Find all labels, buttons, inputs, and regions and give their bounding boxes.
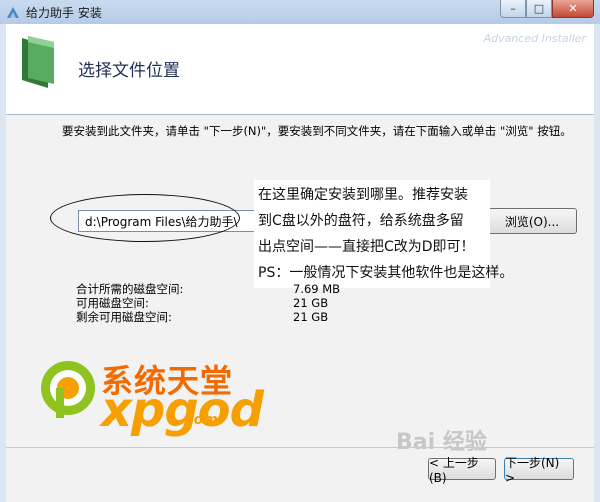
space-value: 21 GB <box>293 310 329 324</box>
logo-text-en: xpgod <box>101 382 264 438</box>
browse-button[interactable]: 浏览(O)... <box>487 208 577 234</box>
disk-space-row: 可用磁盘空间: 21 GB <box>76 296 373 310</box>
disk-space-row: 合计所需的磁盘空间: 7.69 MB <box>76 282 373 296</box>
window-title: 给力助手 安装 <box>26 6 102 20</box>
window-controls: – □ ✕ <box>500 0 594 20</box>
app-icon <box>7 7 19 18</box>
close-button[interactable]: ✕ <box>552 0 594 18</box>
space-label: 可用磁盘空间: <box>76 296 149 310</box>
page-title: 选择文件位置 <box>78 61 180 81</box>
instruction-text: 要安装到此文件夹，请单击 "下一步(N)"，要安装到不同文件夹，请在下面输入或单… <box>62 124 572 138</box>
logo-text-com: .com <box>180 412 218 428</box>
installer-brand: Advanced Installer <box>483 32 586 45</box>
xpgod-logo-icon <box>41 361 95 418</box>
next-button[interactable]: 下一步(N) > <box>504 456 574 485</box>
disk-space-row: 剩余可用磁盘空间: 21 GB <box>76 310 373 324</box>
baidu-watermark: Bai 经验 <box>396 430 487 455</box>
space-label: 剩余可用磁盘空间: <box>76 310 172 324</box>
annotation-note: 在这里确定安装到哪里。推荐安装 到C盘以外的盘符，给系统盘多留 出点空间——直接… <box>254 180 513 288</box>
back-button[interactable]: < 上一步(B) <box>428 456 496 485</box>
space-value: 21 GB <box>293 296 329 310</box>
annotation-line: 到C盘以外的盘符，给系统盘多留 <box>258 213 464 229</box>
wizard-header: 选择文件位置 Advanced Installer <box>6 24 594 115</box>
annotation-line: 出点空间——直接把C改为D即可！ <box>258 239 475 255</box>
maximize-button[interactable]: □ <box>526 0 552 18</box>
disk-space-table: 合计所需的磁盘空间: 7.69 MB 可用磁盘空间: 21 GB 剩余可用磁盘空… <box>76 282 373 324</box>
space-value: 7.69 MB <box>293 282 341 296</box>
title-bar: 给力助手 安装 – □ ✕ <box>0 0 600 24</box>
divider <box>6 447 594 448</box>
annotation-line: 在这里确定安装到哪里。推荐安装 <box>258 187 468 203</box>
space-label: 合计所需的磁盘空间: <box>76 282 184 296</box>
minimize-button[interactable]: – <box>500 0 526 18</box>
folder-icon <box>22 36 54 88</box>
